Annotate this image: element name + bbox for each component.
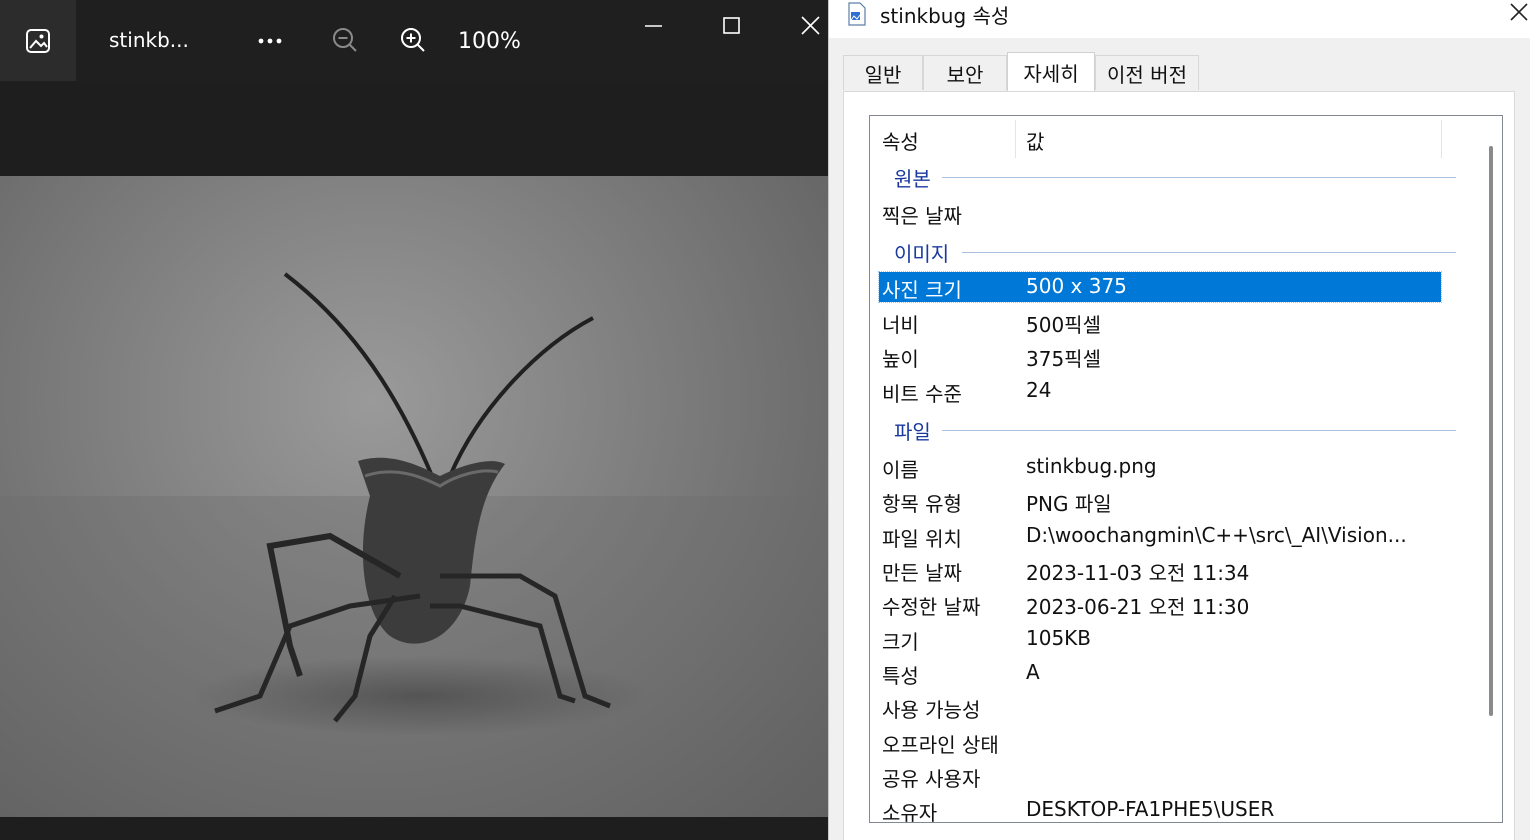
column-header-value[interactable]: 값 — [1026, 126, 1044, 155]
more-options-button[interactable] — [254, 24, 286, 56]
row-folder-path[interactable]: 파일 위치 D:\woochangmin\C++\src\_AI\Vision.… — [879, 521, 1441, 551]
group-label: 파일 — [894, 416, 939, 445]
close-button[interactable] — [795, 10, 827, 42]
property-value: PNG 파일 — [1026, 492, 1112, 516]
property-value: D:\woochangmin\C++\src\_AI\Vision... — [1026, 523, 1407, 547]
row-date-modified[interactable]: 수정한 날짜 2023-06-21 오전 11:30 — [879, 589, 1441, 619]
row-attributes[interactable]: 특성 A — [879, 658, 1441, 688]
row-size[interactable]: 크기 105KB — [879, 624, 1441, 654]
property-value: stinkbug.png — [1026, 454, 1157, 478]
property-name: 너비 — [882, 313, 919, 337]
scrollbar-thumb[interactable] — [1489, 146, 1493, 716]
property-name: 공유 사용자 — [882, 767, 981, 791]
row-date-taken[interactable]: 찍은 날짜 — [879, 198, 1441, 228]
minimize-icon — [645, 25, 662, 27]
row-date-created[interactable]: 만든 날짜 2023-11-03 오전 11:34 — [879, 555, 1441, 585]
row-offline-status[interactable]: 오프라인 상태 — [879, 727, 1441, 757]
property-value: DESKTOP-FA1PHE5\USER — [1026, 797, 1275, 821]
property-name: 사진 크기 — [882, 278, 962, 302]
property-name: 오프라인 상태 — [882, 733, 999, 757]
zoom-out-button[interactable] — [329, 24, 361, 56]
group-divider — [942, 430, 1456, 431]
property-value: 105KB — [1026, 626, 1092, 650]
dialog-titlebar: stinkbug 속성 — [829, 0, 1530, 38]
zoom-level[interactable]: 100% — [458, 29, 521, 54]
group-label: 이미지 — [894, 238, 958, 267]
property-name: 비트 수준 — [882, 382, 962, 406]
row-bit-depth[interactable]: 비트 수준 24 — [879, 376, 1441, 406]
property-name: 찍은 날짜 — [882, 204, 962, 228]
zoom-out-icon — [333, 28, 357, 52]
property-name: 높이 — [882, 347, 919, 371]
property-value: 375픽셀 — [1026, 347, 1101, 371]
group-origin: 원본 — [870, 163, 1484, 192]
property-name: 항목 유형 — [882, 492, 962, 516]
property-value: 2023-11-03 오전 11:34 — [1026, 561, 1250, 585]
property-name: 만든 날짜 — [882, 561, 962, 585]
row-dimensions[interactable]: 사진 크기 500 x 375 — [878, 271, 1442, 303]
group-image: 이미지 — [870, 238, 1484, 267]
row-owner[interactable]: 소유자 DESKTOP-FA1PHE5\USER — [879, 795, 1441, 823]
column-header-property[interactable]: 속성 — [882, 126, 919, 155]
property-name: 사용 가능성 — [882, 698, 981, 722]
row-height[interactable]: 높이 375픽셀 — [879, 341, 1441, 371]
row-name[interactable]: 이름 stinkbug.png — [879, 452, 1441, 482]
photos-app-button[interactable] — [0, 0, 76, 81]
tab-previous-versions[interactable]: 이전 버전 — [1095, 55, 1199, 90]
group-label: 원본 — [894, 163, 939, 192]
tab-details[interactable]: 자세히 — [1007, 52, 1095, 92]
viewer-file-title: stinkb... — [109, 28, 189, 52]
stinkbug-photo[interactable] — [0, 176, 828, 817]
row-item-type[interactable]: 항목 유형 PNG 파일 — [879, 486, 1441, 516]
minimize-button[interactable] — [638, 10, 670, 42]
photos-app-icon — [26, 28, 50, 53]
column-divider[interactable] — [1441, 120, 1442, 158]
vertical-scrollbar[interactable] — [1484, 116, 1502, 822]
photo-viewer-window: stinkb... 100% — [0, 0, 828, 840]
viewer-toolbar: stinkb... 100% — [0, 0, 828, 82]
property-name: 수정한 날짜 — [882, 595, 981, 619]
property-value: 500 x 375 — [1026, 274, 1127, 298]
group-divider — [942, 177, 1456, 178]
row-shared-with[interactable]: 공유 사용자 — [879, 761, 1441, 791]
row-width[interactable]: 너비 500픽셀 — [879, 307, 1441, 337]
column-divider[interactable] — [1015, 120, 1016, 158]
list-header: 속성 값 — [870, 116, 1484, 160]
tab-general[interactable]: 일반 — [843, 55, 923, 90]
dialog-title: stinkbug 속성 — [880, 4, 1010, 28]
close-icon — [1510, 3, 1528, 21]
dialog-close-button[interactable] — [1505, 0, 1530, 26]
maximize-icon — [723, 17, 740, 34]
tab-security[interactable]: 보안 — [923, 55, 1007, 90]
property-value: 500픽셀 — [1026, 313, 1101, 337]
property-name: 파일 위치 — [882, 527, 962, 551]
property-value: 2023-06-21 오전 11:30 — [1026, 595, 1250, 619]
property-value: A — [1026, 660, 1040, 684]
maximize-button[interactable] — [716, 10, 748, 42]
properties-list[interactable]: 속성 값 원본 찍은 날짜 이미지 사진 크기 500 x 375 너비 500… — [869, 115, 1503, 823]
property-name: 크기 — [882, 630, 919, 654]
property-name: 특성 — [882, 664, 919, 688]
property-name: 이름 — [882, 458, 919, 482]
close-icon — [801, 16, 820, 35]
image-file-icon — [848, 2, 866, 26]
group-divider — [962, 252, 1456, 253]
row-availability[interactable]: 사용 가능성 — [879, 692, 1441, 722]
property-value: 24 — [1026, 378, 1052, 402]
properties-dialog: stinkbug 속성 일반 보안 자세히 이전 버전 속성 값 원본 찍은 날… — [828, 0, 1530, 840]
zoom-in-icon — [401, 28, 425, 52]
property-name: 소유자 — [882, 801, 938, 823]
more-icon — [258, 38, 282, 44]
stinkbug-image — [0, 272, 828, 817]
group-file: 파일 — [870, 416, 1484, 445]
zoom-in-button[interactable] — [397, 24, 429, 56]
